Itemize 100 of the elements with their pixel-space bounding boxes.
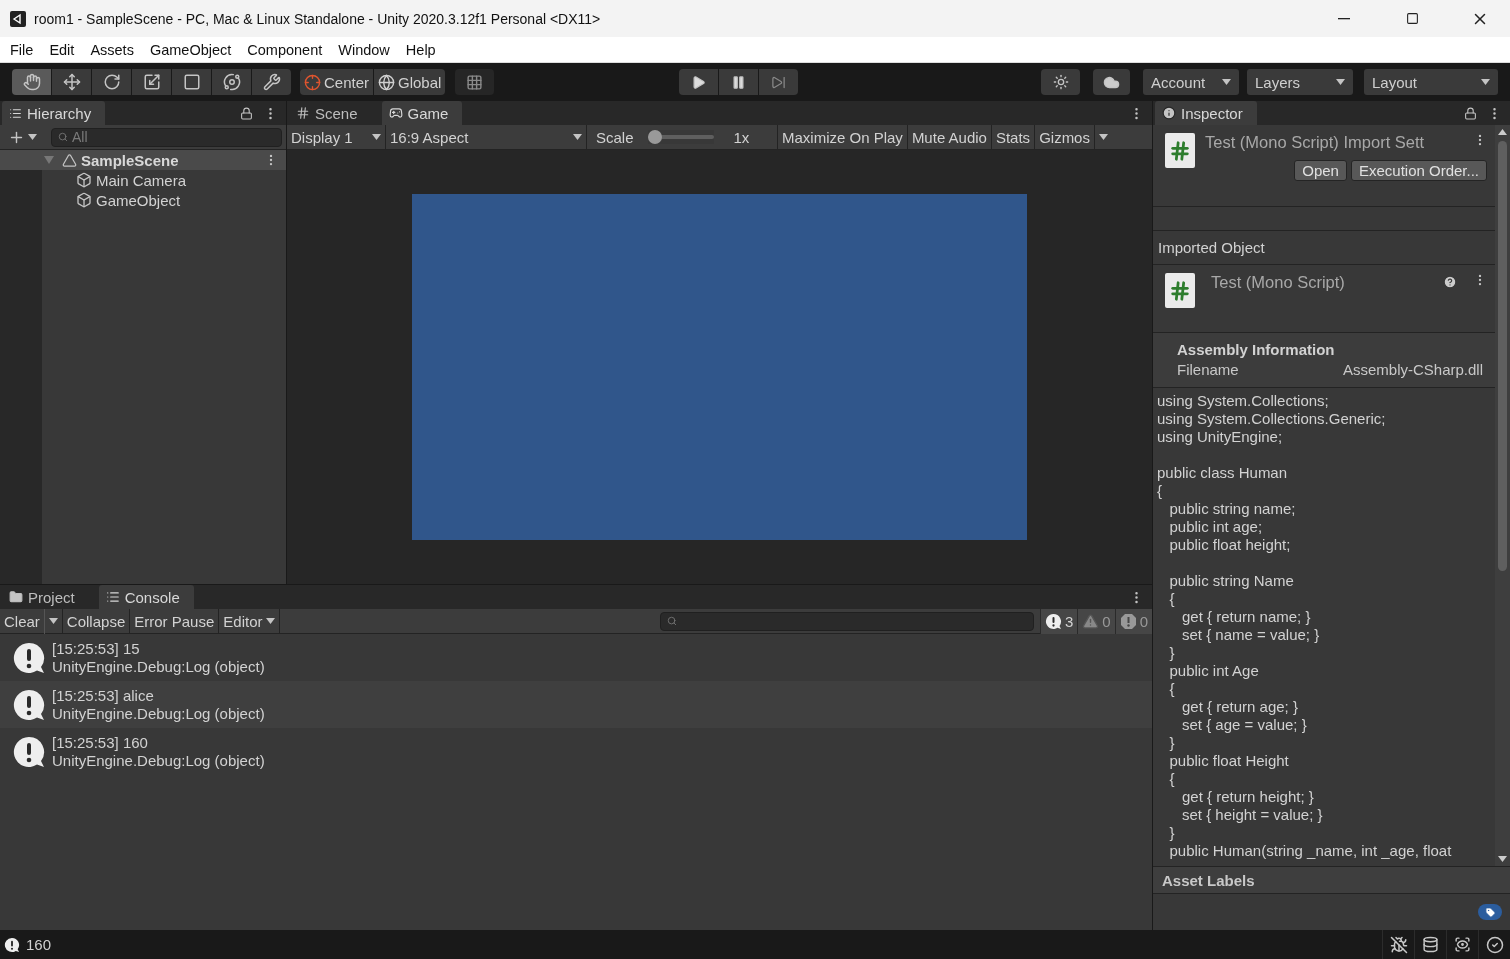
log-source: UnityEngine.Debug:Log (object) [52, 751, 265, 770]
layers-dropdown[interactable]: Layers [1247, 69, 1353, 95]
help-icon[interactable] [1443, 275, 1457, 289]
rect-tool-button[interactable] [172, 69, 211, 95]
toggle-button[interactable]: Maximize On Play [777, 124, 908, 150]
pivot-icon [304, 73, 321, 91]
panel-tab[interactable]: Console [98, 585, 194, 609]
field-label: Filename [1177, 361, 1239, 378]
toggle-button[interactable]: Collapse [62, 608, 131, 634]
space-button[interactable]: Global [374, 69, 446, 95]
scroll-down-icon[interactable] [1498, 856, 1507, 862]
editor-dropdown[interactable]: Editor [219, 608, 281, 634]
pivot-button[interactable]: Center [300, 69, 374, 95]
minimize-icon [1338, 17, 1350, 20]
inspector-tab[interactable]: Inspector [1155, 101, 1257, 125]
script-icon [1165, 133, 1195, 168]
display-dropdown[interactable]: Display 1 [287, 124, 386, 150]
hierarchy-item[interactable]: GameObject [42, 190, 286, 210]
rotate-tool-button[interactable] [92, 69, 131, 95]
slider-thumb[interactable] [647, 130, 662, 144]
wrench-icon [262, 73, 281, 91]
maximize-icon [1405, 12, 1419, 25]
log-message: [15:25:53] 160 [52, 733, 149, 752]
caret-icon [1481, 79, 1490, 85]
eye-icon [1454, 936, 1471, 953]
menu-item[interactable]: File [2, 41, 42, 58]
view-tab[interactable]: Scene [289, 101, 372, 125]
lock-icon[interactable] [1464, 106, 1477, 120]
scale-tool-button[interactable] [132, 69, 171, 95]
caret-icon [573, 134, 582, 140]
cloud-button[interactable] [1093, 69, 1130, 95]
panel-tab[interactable]: Project [2, 585, 89, 609]
section-heading: Asset Labels [1153, 866, 1510, 894]
log-entry[interactable]: [15:25:53] alice UnityEngine.Debug:Log (object) [0, 681, 1152, 728]
toggle-button[interactable]: Stats [991, 124, 1036, 150]
cube-icon [76, 172, 92, 188]
toggle-button[interactable]: Error Pause [130, 608, 220, 634]
log-message: [15:25:53] 15 [52, 639, 141, 658]
orbit-icon [222, 73, 241, 91]
toggle-button[interactable]: Gizmos [1035, 124, 1095, 150]
scale-slider[interactable] [647, 130, 714, 144]
caret-icon [372, 134, 381, 140]
pause-button[interactable] [719, 69, 758, 95]
scroll-up-icon[interactable] [1498, 129, 1507, 135]
log-icon [12, 687, 46, 722]
error-icon [1119, 612, 1137, 630]
bug-off-icon [1389, 935, 1408, 954]
search-placeholder: All [72, 129, 88, 145]
toggle-button[interactable]: Mute Audio [907, 124, 992, 150]
menu-item[interactable]: Help [397, 41, 444, 58]
info-icon [1162, 106, 1176, 120]
play-button[interactable] [679, 69, 718, 95]
search-field[interactable] [659, 611, 1034, 631]
hierarchy-tab[interactable]: Hierarchy [2, 101, 106, 125]
menu-item[interactable]: Component [239, 41, 331, 58]
account-dropdown[interactable]: Account [1143, 69, 1239, 95]
menu-item[interactable]: Window [330, 41, 398, 58]
inspector-title: Test (Mono Script) Import Sett [1205, 133, 1425, 152]
scale-value: 1x [733, 128, 750, 146]
menu-item[interactable]: Assets [82, 41, 142, 58]
view-tab[interactable]: Game [381, 101, 463, 125]
field-value: Assembly-CSharp.dll [1342, 361, 1483, 378]
pause-icon [731, 74, 746, 90]
clear-button[interactable]: Clear [0, 608, 45, 634]
sun-icon [1052, 74, 1069, 90]
menu-item[interactable]: GameObject [141, 41, 240, 58]
log-icon [12, 640, 46, 675]
lighting-button[interactable] [1041, 69, 1080, 95]
cube-icon [76, 192, 92, 208]
caret-icon [28, 134, 37, 140]
menu-item[interactable]: Edit [41, 41, 83, 58]
count-toggle[interactable]: 3 [1039, 608, 1078, 634]
inspector-button[interactable]: Execution Order... [1350, 160, 1487, 181]
list-icon [9, 106, 22, 120]
aspect-dropdown[interactable]: 16:9 Aspect [386, 124, 587, 150]
folder-icon [9, 590, 23, 604]
tag-icon [1484, 906, 1496, 918]
caret-icon [48, 618, 58, 624]
transform-tool-button[interactable] [212, 69, 251, 95]
tag-button[interactable] [1478, 904, 1502, 920]
status-message: 160 [26, 936, 52, 953]
play-icon [691, 74, 706, 90]
custom-tool-button[interactable] [252, 69, 291, 95]
lock-icon[interactable] [240, 106, 253, 120]
script-icon [1165, 273, 1195, 308]
layout-dropdown[interactable]: Layout [1364, 69, 1498, 95]
gamepad-icon [388, 106, 403, 120]
unity-logo-icon [10, 10, 26, 27]
hand-tool-button[interactable] [12, 69, 51, 95]
scrollbar[interactable] [1495, 125, 1510, 866]
move-tool-button[interactable] [52, 69, 91, 95]
grid-snap-button[interactable] [455, 69, 495, 95]
section-label: Imported Object [1153, 231, 1495, 265]
scene-item[interactable]: SampleScene [0, 150, 286, 170]
log-icon [12, 734, 46, 769]
move-arrows-icon [62, 73, 81, 91]
scale-icon [142, 73, 161, 91]
inspector-button[interactable]: Open [1294, 160, 1347, 181]
hierarchy-item[interactable]: Main Camera [42, 170, 286, 190]
caret-icon [1222, 79, 1231, 85]
